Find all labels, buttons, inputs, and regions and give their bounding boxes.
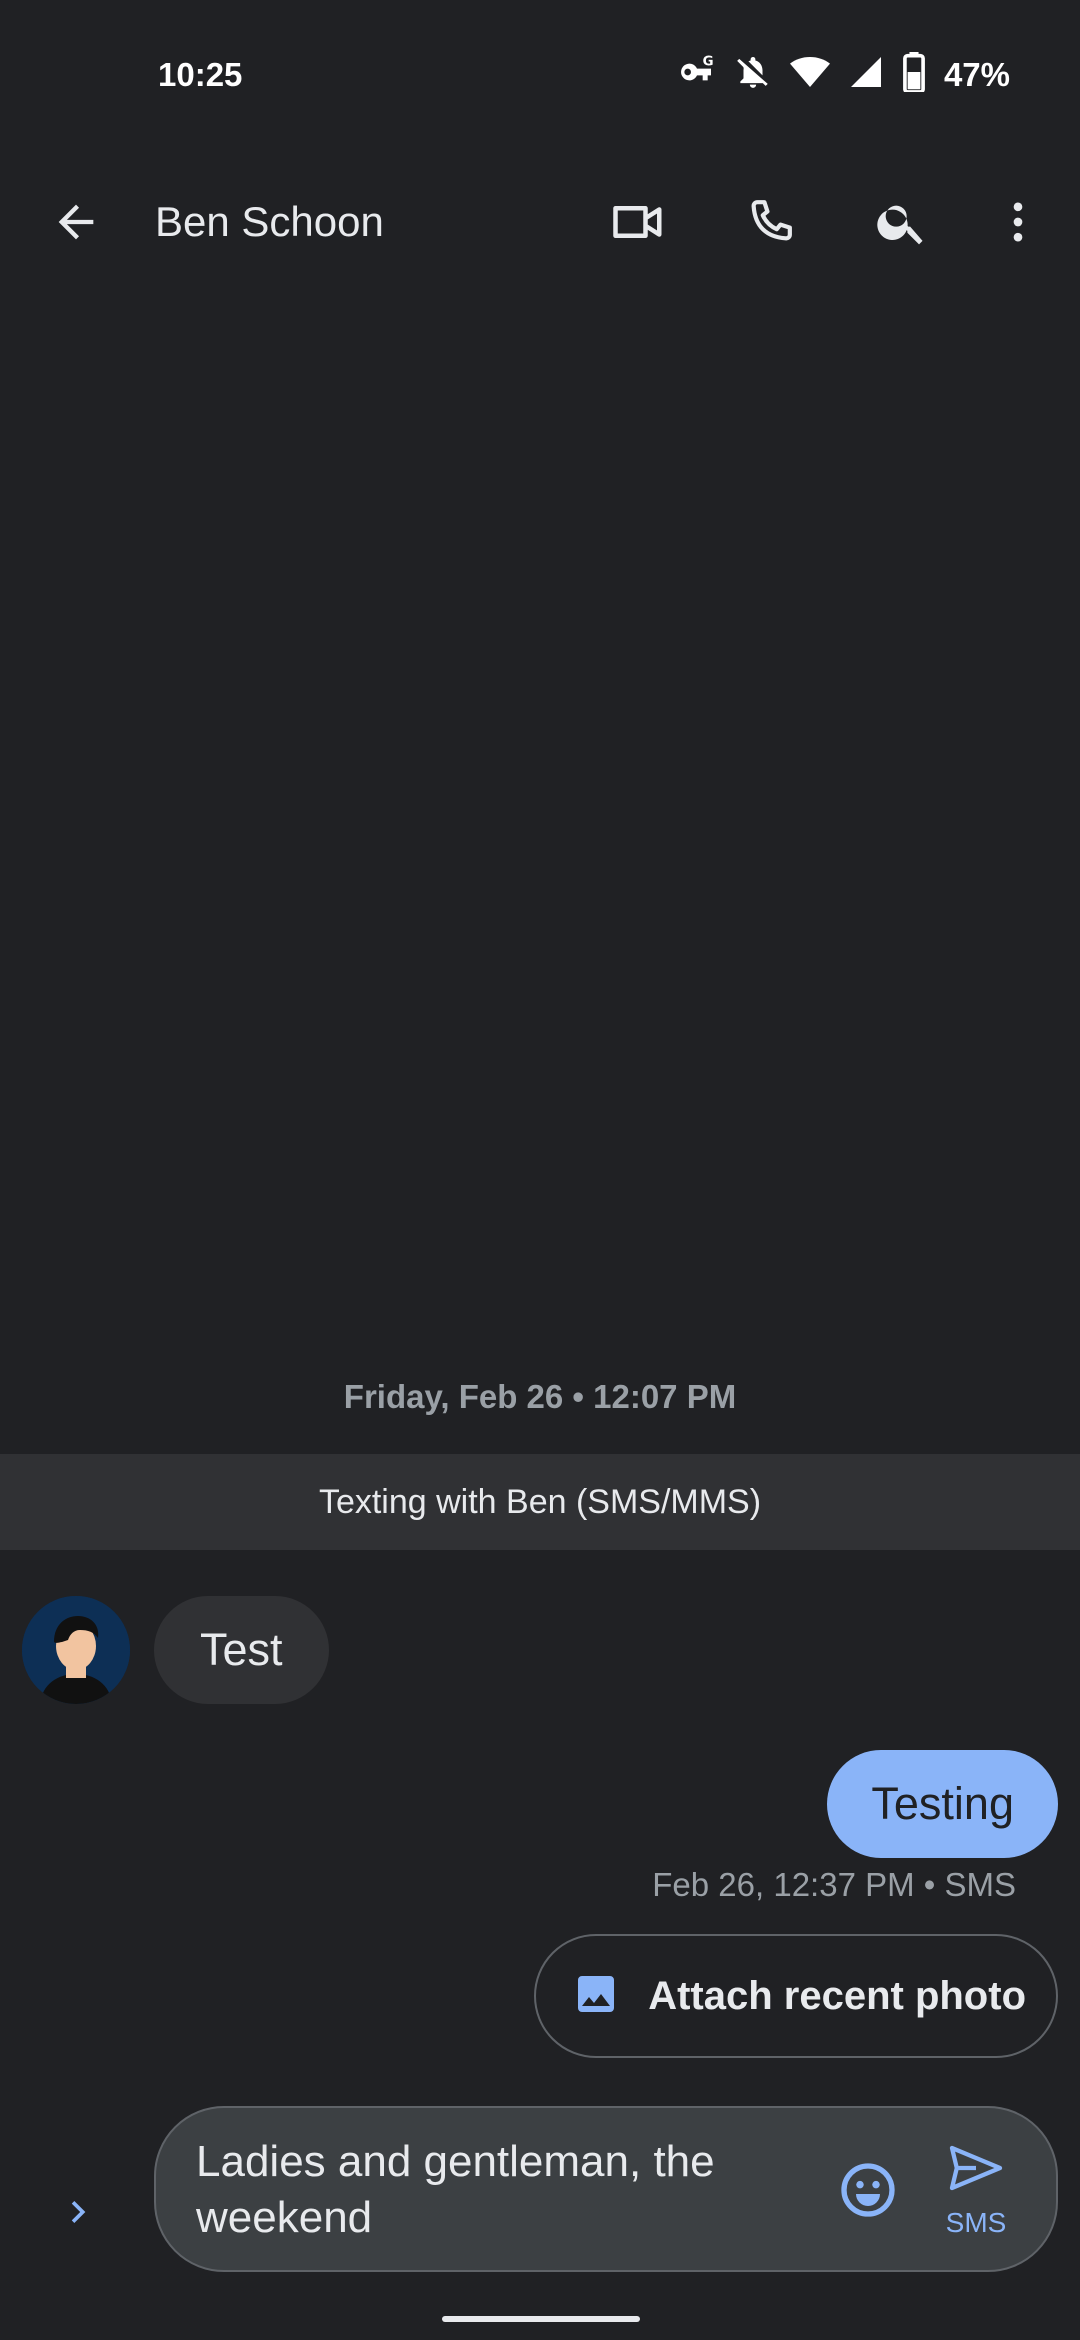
image-icon	[572, 1970, 620, 2023]
send-button[interactable]: SMS	[916, 2136, 1036, 2256]
status-icons: G 47%	[676, 52, 1010, 97]
vpn-key-icon: G	[676, 52, 716, 97]
info-banner-text: Texting with Ben (SMS/MMS)	[318, 1482, 762, 1521]
notifications-off-icon	[734, 53, 772, 96]
back-arrow-icon[interactable]	[40, 186, 112, 258]
navigation-handle[interactable]	[442, 2316, 640, 2322]
chevron-right-icon[interactable]	[42, 2176, 114, 2248]
video-call-icon[interactable]	[602, 186, 674, 258]
send-mode-label: SMS	[945, 2207, 1007, 2238]
battery-percent: 47%	[943, 55, 1010, 93]
phone-icon[interactable]	[734, 186, 806, 258]
incoming-message-bubble[interactable]: Test	[154, 1596, 329, 1704]
svg-text:G: G	[703, 54, 714, 69]
cell-signal-icon	[848, 54, 884, 95]
status-time: 10:25	[158, 56, 243, 93]
search-icon[interactable]	[866, 186, 938, 258]
date-divider: Friday, Feb 26 • 12:07 PM	[343, 1378, 737, 1415]
emoji-icon[interactable]	[828, 2150, 908, 2230]
avatar[interactable]	[22, 1596, 130, 1704]
attach-recent-photo-chip[interactable]: Attach recent photo	[534, 1934, 1058, 2058]
send-icon	[944, 2136, 1008, 2205]
incoming-message-text: Test	[200, 1624, 283, 1675]
attach-recent-photo-label: Attach recent photo	[648, 1973, 1026, 2018]
info-banner: Texting with Ben (SMS/MMS)	[0, 1454, 1080, 1550]
more-vert-icon[interactable]	[982, 186, 1054, 258]
contact-name[interactable]: Ben Schoon	[155, 198, 384, 246]
wifi-icon	[789, 52, 830, 97]
outgoing-message-bubble[interactable]: Testing	[827, 1750, 1058, 1858]
outgoing-message-text: Testing	[871, 1778, 1014, 1829]
battery-icon	[902, 52, 926, 97]
outgoing-message-meta: Feb 26, 12:37 PM • SMS	[652, 1866, 1016, 1903]
compose-input[interactable]: Ladies and gentleman, the weekend	[196, 2134, 836, 2246]
compose-field[interactable]: Ladies and gentleman, the weekend SMS	[154, 2106, 1058, 2272]
